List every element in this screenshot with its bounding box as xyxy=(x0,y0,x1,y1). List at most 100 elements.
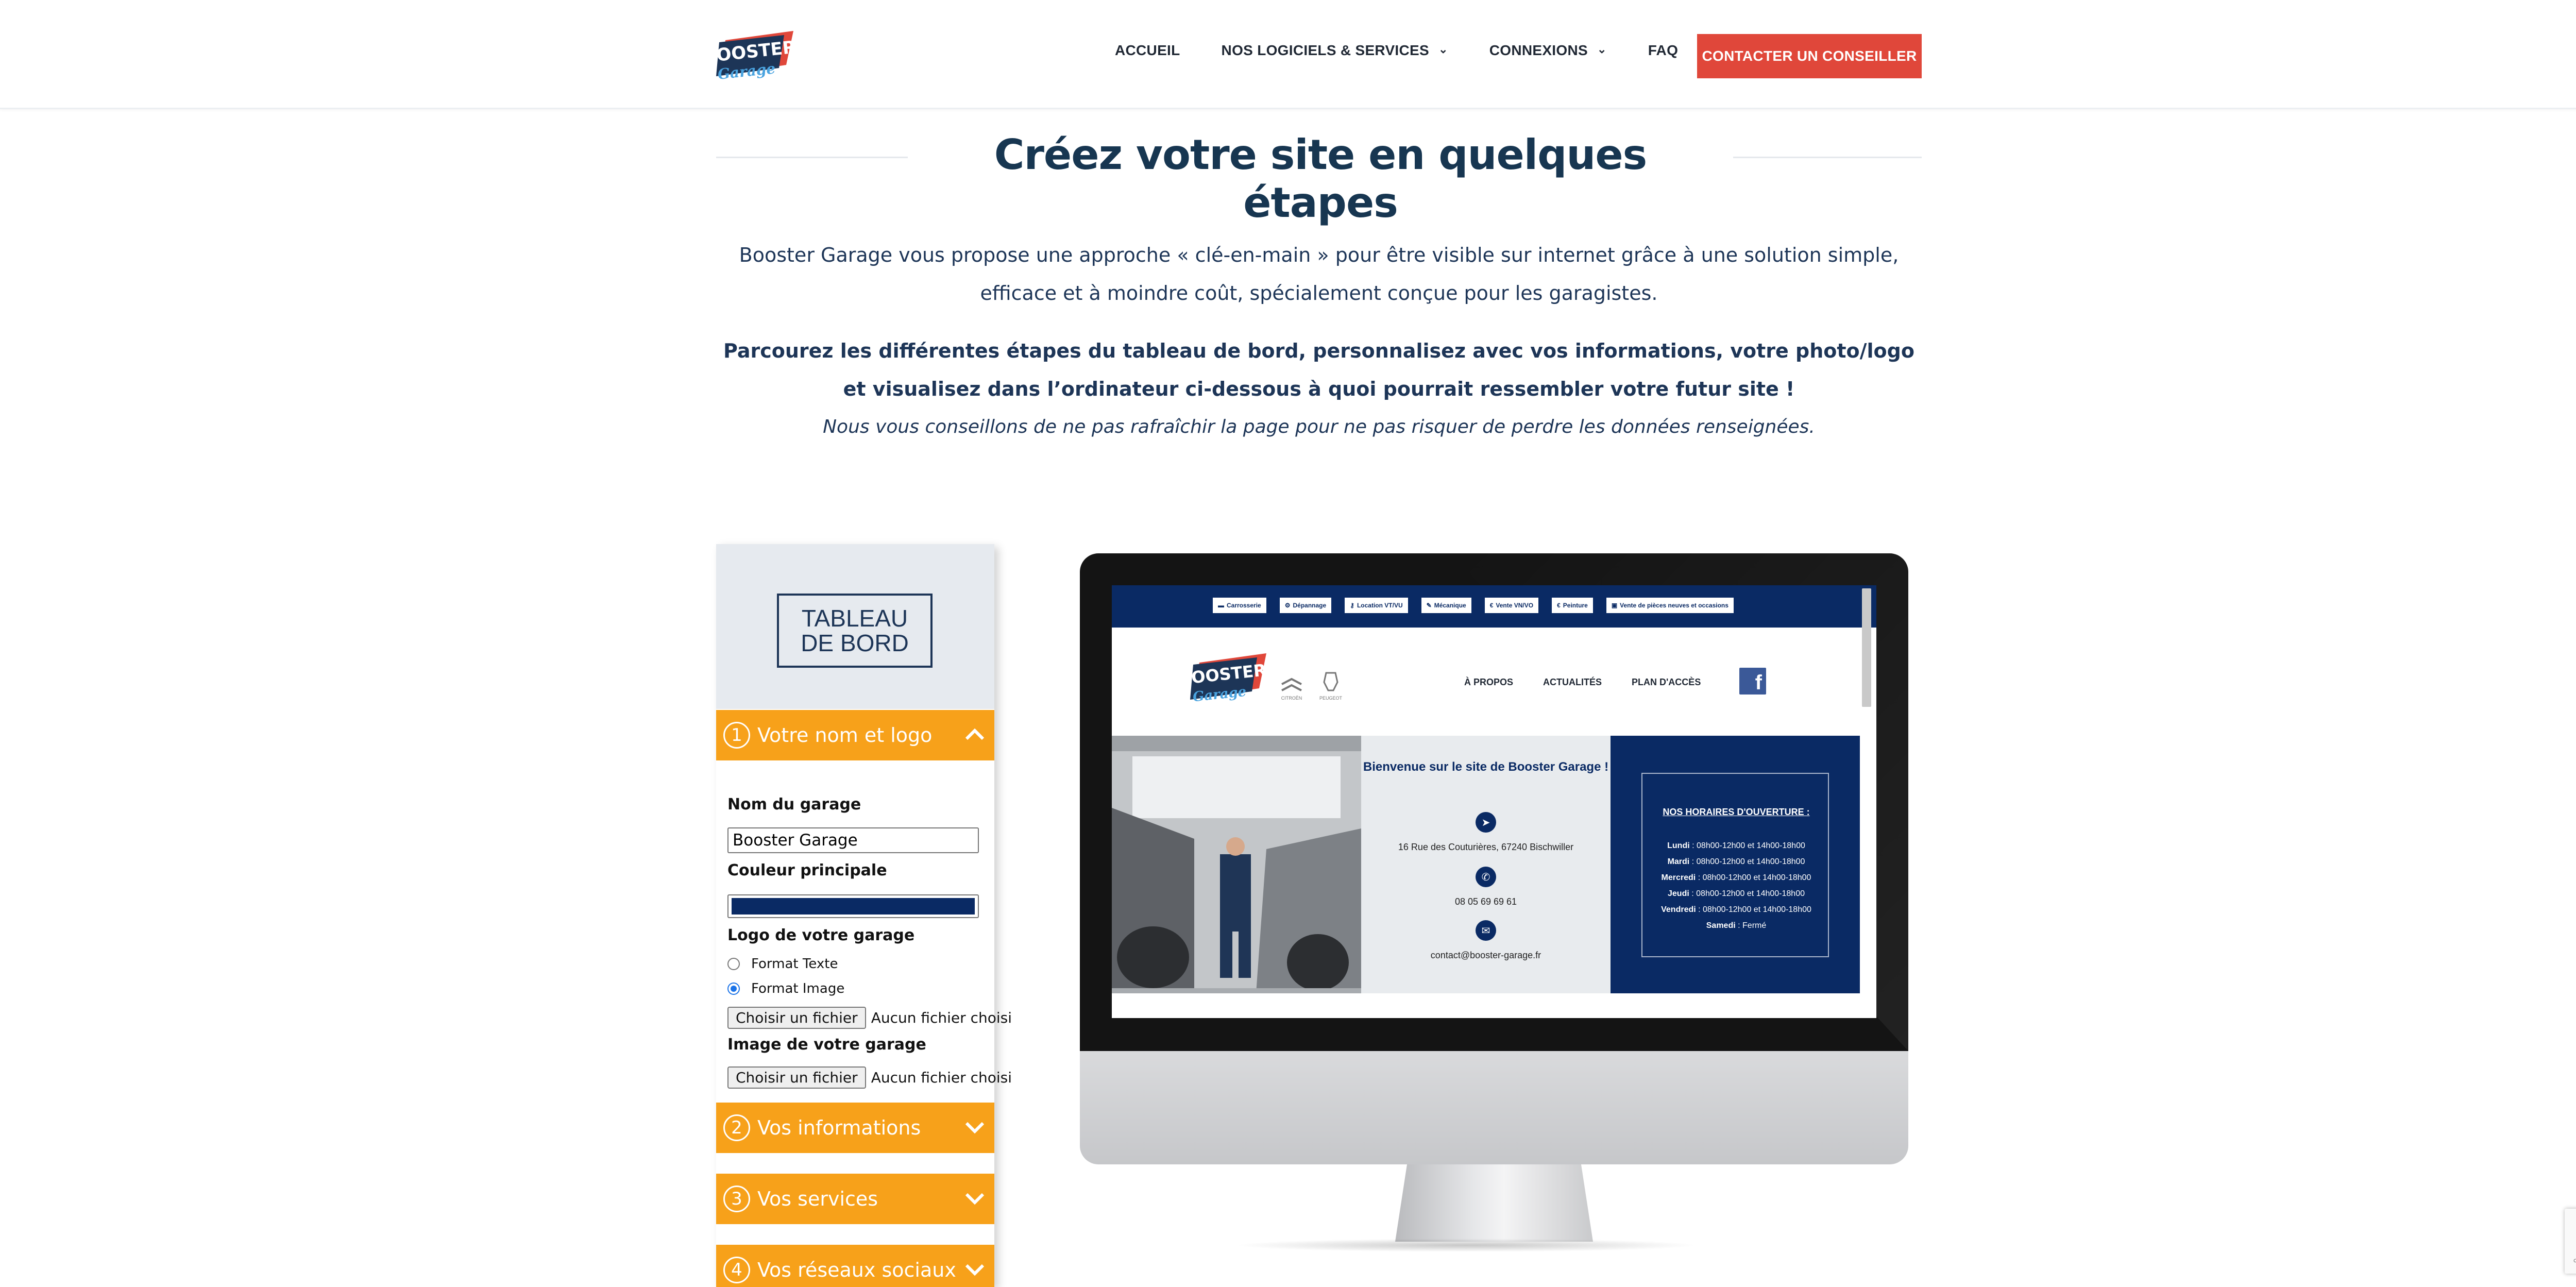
format-text-radio[interactable] xyxy=(727,958,740,970)
service-chip: ▣ Vente de pièces neuves et occasions xyxy=(1606,598,1734,613)
instructions-text: Parcourez les différentes étapes du tabl… xyxy=(723,340,1914,400)
main-nav: ACCUEIL NOS LOGICIELS & SERVICES ⌄ CONNEX… xyxy=(1115,42,1678,59)
monitor-chin xyxy=(1080,1051,1908,1164)
nav-connexions[interactable]: CONNEXIONS ⌄ xyxy=(1489,42,1607,59)
hours-title: NOS HORAIRES D'OUVERTURE : xyxy=(1663,807,1810,817)
hours-time: Fermé xyxy=(1742,921,1767,930)
step-label: Votre nom et logo xyxy=(757,724,933,747)
image-file-input[interactable]: Choisir un fichier Aucun fichier choisi xyxy=(727,1066,1012,1089)
contact-advisor-button[interactable]: CONTACTER UN CONSEILLER xyxy=(1697,34,1922,78)
choose-image-file-button[interactable]: Choisir un fichier xyxy=(727,1066,866,1089)
step-number: 3 xyxy=(723,1186,750,1212)
format-image-label: Format Image xyxy=(751,981,845,996)
svg-text:CITROËN: CITROËN xyxy=(1281,696,1302,701)
dashboard-title-line1: TABLEAU xyxy=(801,605,908,632)
location-icon: ➤ xyxy=(1476,812,1496,833)
hours-box: NOS HORAIRES D'OUVERTURE : Lundi : 08h00… xyxy=(1641,773,1829,957)
hours-day: Vendredi xyxy=(1661,905,1696,914)
key-icon: ⚷ xyxy=(1350,602,1354,609)
step-number: 1 xyxy=(723,722,750,749)
parts-icon: ▣ xyxy=(1611,602,1618,609)
dashboard-title-line2: DE BORD xyxy=(801,630,909,656)
nav-faq[interactable]: FAQ xyxy=(1648,42,1678,59)
main-color-label: Couleur principale xyxy=(727,861,887,879)
wrench-icon: ✎ xyxy=(1426,602,1432,609)
service-chip: ⚷ Location VT/VU xyxy=(1345,598,1408,613)
choose-logo-file-button[interactable]: Choisir un fichier xyxy=(727,1007,866,1029)
service-chip: ⚙ Dépannage xyxy=(1279,598,1332,613)
service-chip: € Vente VN/VO xyxy=(1484,598,1539,613)
phone-icon: ✆ xyxy=(1476,867,1496,887)
service-label: Mécanique xyxy=(1434,602,1466,609)
warning-text: Nous vous conseillons de ne pas rafraîch… xyxy=(823,416,1815,437)
preview-link-about: À PROPOS xyxy=(1464,677,1514,687)
page-title: Créez votre site en quelques étapes xyxy=(994,131,1647,227)
recaptcha-badge[interactable]: Confidentialité - Conditions xyxy=(2565,1209,2576,1274)
service-chip: € Peinture xyxy=(1552,598,1593,613)
hours-time: 08h00-12h00 et 14h00-18h00 xyxy=(1697,841,1805,850)
step-number: 4 xyxy=(723,1257,750,1283)
site-header: BOOSTER Garage ACCUEIL NOS LOGICIELS & S… xyxy=(0,0,2576,109)
garage-name-input[interactable]: Booster Garage xyxy=(727,827,979,853)
dashboard-panel: TABLEAU DE BORD 1 Votre nom et logo Nom d… xyxy=(716,544,1012,1287)
preview-link-news: ACTUALITÉS xyxy=(1543,677,1602,687)
address-text: 16 Rue des Couturières, 67240 Bischwille… xyxy=(1398,842,1574,852)
step-3-header[interactable]: 3 Vos services xyxy=(716,1174,994,1224)
hours-row: Mardi : 08h00-12h00 et 14h00-18h00 xyxy=(1667,857,1805,866)
dashboard-title: TABLEAU DE BORD xyxy=(777,594,933,668)
nav-logiciels-label[interactable]: NOS LOGICIELS & SERVICES xyxy=(1222,42,1429,59)
service-chip: ✎ Mécanique xyxy=(1421,598,1471,613)
nav-logiciels[interactable]: NOS LOGICIELS & SERVICES ⌄ xyxy=(1222,42,1448,59)
step-1-form: Nom du garage Booster Garage Couleur pri… xyxy=(716,760,1012,1089)
peugeot-logo: PEUGEOT xyxy=(1319,672,1343,701)
format-image-option[interactable]: Format Image xyxy=(727,981,844,996)
citroen-logo: CITROËN xyxy=(1281,678,1302,701)
hours-row: Mercredi : 08h00-12h00 et 14h00-18h00 xyxy=(1661,873,1811,882)
title-divider-right xyxy=(1733,157,1922,158)
nav-accueil[interactable]: ACCUEIL xyxy=(1115,42,1180,59)
chevron-up-icon xyxy=(965,728,985,740)
nav-accueil-label[interactable]: ACCUEIL xyxy=(1115,42,1180,59)
nav-faq-label[interactable]: FAQ xyxy=(1648,42,1678,59)
recaptcha-text: Confidentialité - Conditions xyxy=(2573,1258,2576,1263)
service-label: Vente VN/VO xyxy=(1496,602,1534,609)
garage-image-label: Image de votre garage xyxy=(727,1036,926,1054)
booster-garage-logo[interactable]: BOOSTER Garage xyxy=(716,29,796,87)
title-divider-left xyxy=(716,157,908,158)
nav-connexions-label[interactable]: CONNEXIONS xyxy=(1489,42,1588,59)
format-image-radio[interactable] xyxy=(727,983,740,995)
euro-icon: € xyxy=(1557,602,1561,609)
image-file-status: Aucun fichier choisi xyxy=(871,1069,1012,1086)
hours-time: 08h00-12h00 et 14h00-18h00 xyxy=(1696,857,1805,866)
hours-column: NOS HORAIRES D'OUVERTURE : Lundi : 08h00… xyxy=(1611,736,1860,993)
hours-row: Vendredi : 08h00-12h00 et 14h00-18h00 xyxy=(1661,905,1811,914)
contact-column: Bienvenue sur le site de Booster Garage … xyxy=(1361,736,1611,993)
svg-text:PEUGEOT: PEUGEOT xyxy=(1319,696,1343,701)
format-text-label: Format Texte xyxy=(751,956,838,972)
step-2-header[interactable]: 2 Vos informations xyxy=(716,1103,994,1153)
step-label: Vos informations xyxy=(757,1116,921,1139)
computer-preview: ▬ Carrosserie ⚙ Dépannage ⚷ Location VT/VU … xyxy=(1080,553,1908,1254)
preview-scrollbar xyxy=(1862,588,1871,707)
main-color-picker[interactable] xyxy=(727,894,979,918)
preview-services-bar: ▬ Carrosserie ⚙ Dépannage ⚷ Location VT/VU … xyxy=(1112,585,1876,628)
service-chip: ▬ Carrosserie xyxy=(1213,598,1266,613)
preview-nav: BOOSTER Garage CITROËN PEUGEOT À PROPOS … xyxy=(1112,628,1876,736)
step-number: 2 xyxy=(723,1114,750,1141)
car-icon: ▬ xyxy=(1218,602,1224,609)
chevron-down-icon xyxy=(965,1193,985,1205)
format-text-option[interactable]: Format Texte xyxy=(727,956,838,972)
hours-day: Jeudi xyxy=(1668,889,1689,898)
step-4-header[interactable]: 4 Vos réseaux sociaux xyxy=(716,1245,994,1287)
step-label: Vos services xyxy=(757,1188,878,1210)
step-1-header[interactable]: 1 Votre nom et logo xyxy=(716,710,994,760)
facebook-icon: f xyxy=(1739,668,1766,695)
website-preview: ▬ Carrosserie ⚙ Dépannage ⚷ Location VT/VU … xyxy=(1112,585,1876,1018)
mail-icon: ✉ xyxy=(1476,920,1496,941)
welcome-text: Bienvenue sur le site de Booster Garage … xyxy=(1363,760,1609,774)
preview-links: À PROPOS ACTUALITÉS PLAN D'ACCÈS xyxy=(1464,677,1731,688)
euro-icon: € xyxy=(1489,602,1494,609)
hours-time: 08h00-12h00 et 14h00-18h00 xyxy=(1702,873,1811,882)
logo-file-input[interactable]: Choisir un fichier Aucun fichier choisi xyxy=(727,1007,1012,1029)
email-text: contact@booster-garage.fr xyxy=(1430,950,1541,960)
